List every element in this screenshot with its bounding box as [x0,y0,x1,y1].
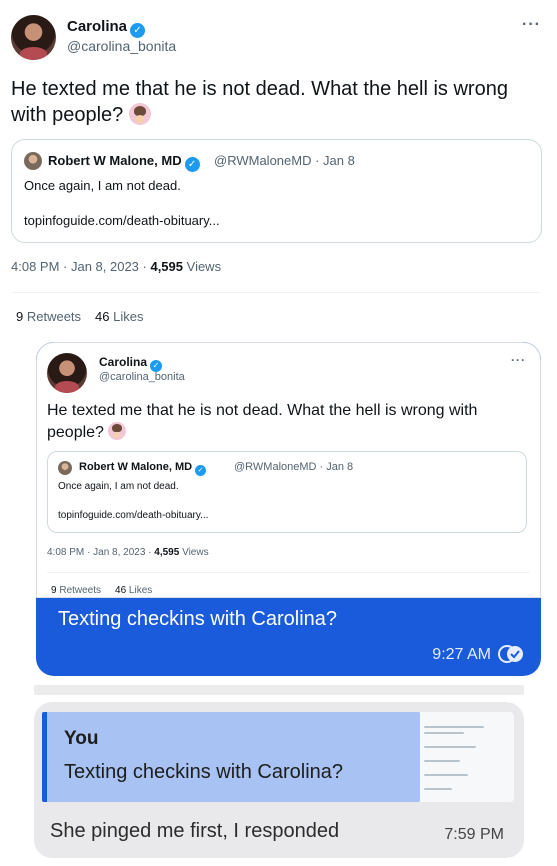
embedded-views-count: 4,595 [154,547,180,558]
embedded-retweets-stat: 9 Retweets [51,585,101,596]
embedded-timestamp: 4:08 PM · Jan 8, 2023 · [47,547,155,558]
embedded-author-name: Carolina ✓ [99,355,163,372]
thumbnail-line [424,774,468,776]
embedded-tweet-stats: 9 Retweets 46 Likes [51,585,152,596]
divider [11,292,541,293]
author-handle[interactable]: @carolina_bonita [67,38,176,54]
sent-message-time: 9:27 AM [432,646,491,663]
emoji-facepalm-icon [108,422,127,440]
embedded-likes-count: 46 [115,585,127,596]
embedded-retweets-label: Retweets [56,585,102,596]
embedded-author-handle: @carolina_bonita [99,371,185,383]
embedded-quoted-text: Once again, I am not dead. [58,481,179,492]
reply-quote-text: Texting checkins with Carolina? [64,761,344,783]
likes-label: Likes [109,309,144,324]
tweet-stats: 9 Retweets 46 Likes [16,309,143,324]
received-message-time: 7:59 PM [444,826,504,843]
verified-badge-icon: ✓ [195,465,207,476]
embedded-likes-stat: 46 Likes [115,585,152,596]
embedded-quoted-link: topinfoguide.com/death-obituary... [58,510,209,521]
author-name[interactable]: Carolina ✓ [67,18,146,38]
reply-quote-block[interactable]: You Texting checkins with Carolina? [42,712,420,802]
verified-badge-icon: ✓ [130,23,146,38]
quoted-author-name-text: Robert W Malone, MD [48,153,182,168]
embedded-likes-label: Likes [126,585,153,596]
emoji-facepalm-icon [128,103,151,125]
thumbnail-line [424,788,452,790]
author-avatar[interactable] [11,15,56,60]
quoted-tweet-link[interactable]: topinfoguide.com/death-obituary... [24,213,220,228]
embedded-tweet-meta: 4:08 PM · Jan 8, 2023 · 4,595 Views [47,547,209,558]
embedded-quoted-name: Robert W Malone, MD ✓ [79,461,207,476]
thumbnail-line [424,732,464,734]
thumbnail-line [424,746,476,748]
retweets-label: Retweets [23,309,82,324]
thumbnail-line [424,760,460,762]
quoted-author-name: Robert W Malone, MD ✓ [48,153,200,172]
message-separator [34,685,524,695]
embedded-views-label: Views [179,547,209,558]
embedded-quoted-name-text: Robert W Malone, MD [79,461,193,473]
read-receipt-icon [498,645,523,663]
quoted-tweet[interactable]: Robert W Malone, MD ✓ @RWMaloneMD · Jan 8… [11,139,542,243]
divider [47,572,530,573]
reply-quote-author: You [64,728,99,749]
tweet-timestamp[interactable]: 4:08 PM · Jan 8, 2023 · [11,259,150,274]
embedded-quoted-tweet: Robert W Malone, MD ✓ @RWMaloneMD · Jan 8… [47,451,527,533]
quoted-tweet-text: Once again, I am not dead. [24,178,181,193]
thumbnail-line [424,726,484,728]
likes-stat[interactable]: 46 Likes [95,309,143,324]
views-count: 4,595 [150,259,184,274]
received-message-bubble[interactable]: You Texting checkins with Carolina? She … [34,702,524,858]
verified-badge-icon: ✓ [184,157,200,172]
more-options-icon: ··· [511,353,526,367]
sent-message-bubble[interactable]: Carolina ✓ @carolina_bonita ··· He texted… [36,342,541,676]
likes-count: 46 [95,309,110,324]
tweet-text: He texted me that he is not dead. What t… [11,76,531,128]
embedded-tweet-preview[interactable]: Carolina ✓ @carolina_bonita ··· He texted… [36,342,541,598]
reply-quote-thumbnail [420,712,514,802]
more-options-icon[interactable]: ··· [522,16,541,34]
embedded-tweet-text: He texted me that he is not dead. What t… [47,400,527,444]
embedded-author-name-text: Carolina [99,355,148,369]
embedded-quoted-handle: @RWMaloneMD · Jan 8 [234,461,354,473]
tweet-meta: 4:08 PM · Jan 8, 2023 · 4,595 Views [11,259,221,274]
embedded-quoted-avatar [58,461,72,475]
quoted-author-handle: @RWMaloneMD · Jan 8 [214,153,355,168]
views-label: Views [183,259,222,274]
received-message-text: She pinged me first, I responded [50,820,340,842]
sent-message-text: Texting checkins with Carolina? [58,608,338,630]
author-name-text: Carolina [67,18,128,35]
tweet-text-body: He texted me that he is not dead. What t… [11,78,508,126]
quoted-author-avatar [24,152,42,170]
embedded-author-avatar [47,353,87,393]
retweets-stat[interactable]: 9 Retweets [16,309,81,324]
